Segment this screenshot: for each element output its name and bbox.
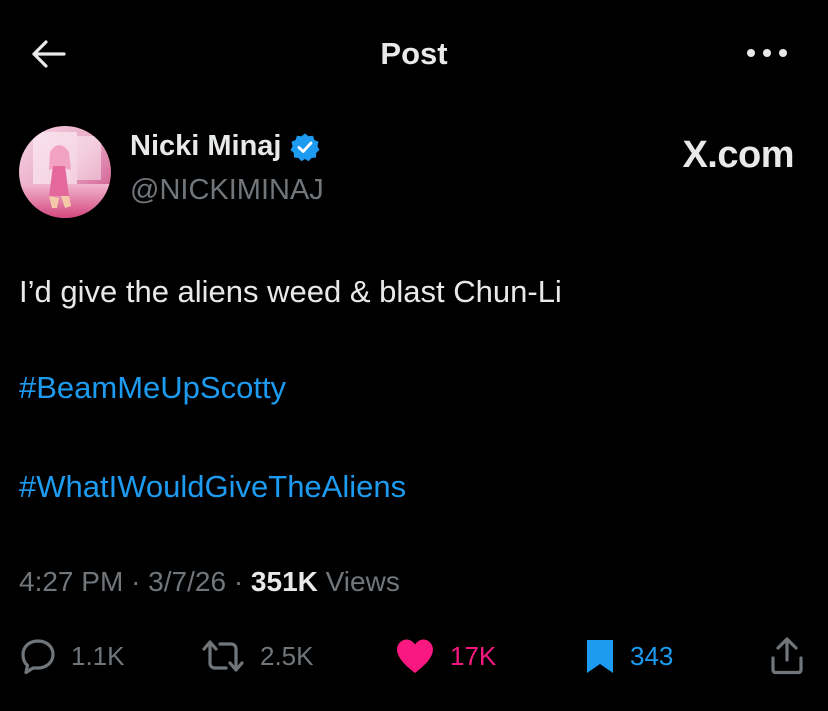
repost-count: 2.5K [260,640,314,671]
reply-button[interactable]: 1.1K [19,628,125,684]
post-date: 3/7/26 [148,566,227,597]
action-bar: 1.1K 2.5K 17K 343 [0,628,828,684]
avatar-image [19,126,111,218]
bookmark-count: 343 [630,640,674,671]
post-meta: 4:27 PM · 3/7/26 · 351K Views [19,566,400,598]
hashtag-link[interactable]: #WhatIWouldGiveTheAliens [19,469,406,505]
more-options-button[interactable] [742,38,792,68]
more-horizontal-icon [747,49,787,57]
author-handle[interactable]: @NICKIMINAJ [130,174,324,207]
views-label[interactable]: Views [326,566,400,597]
heart-icon [397,639,433,673]
post-time: 4:27 PM [19,566,124,597]
hashtag-link[interactable]: #BeamMeUpScotty [19,370,286,406]
verified-badge-icon[interactable] [290,132,320,162]
bookmark-icon [587,640,613,673]
share-button[interactable] [768,628,806,684]
reply-icon [21,639,55,675]
author-name-row: Nicki Minaj [130,130,320,163]
meta-separator: · [233,566,244,597]
views-count[interactable]: 351K [251,566,318,597]
avatar[interactable] [19,126,111,218]
post-text: I’d give the aliens weed & blast Chun-Li [19,274,562,309]
bookmark-button[interactable]: 343 [584,628,673,684]
reply-count: 1.1K [71,640,125,671]
meta-separator: · [131,566,141,597]
brand-watermark: X.com [682,134,794,176]
top-bar: Post [0,0,828,110]
repost-icon [202,640,244,672]
author-name[interactable]: Nicki Minaj [130,130,282,163]
repost-button[interactable]: 2.5K [200,628,314,684]
like-button[interactable]: 17K [394,628,496,684]
share-icon [771,637,803,675]
page-title: Post [380,36,448,71]
like-count: 17K [450,640,497,671]
